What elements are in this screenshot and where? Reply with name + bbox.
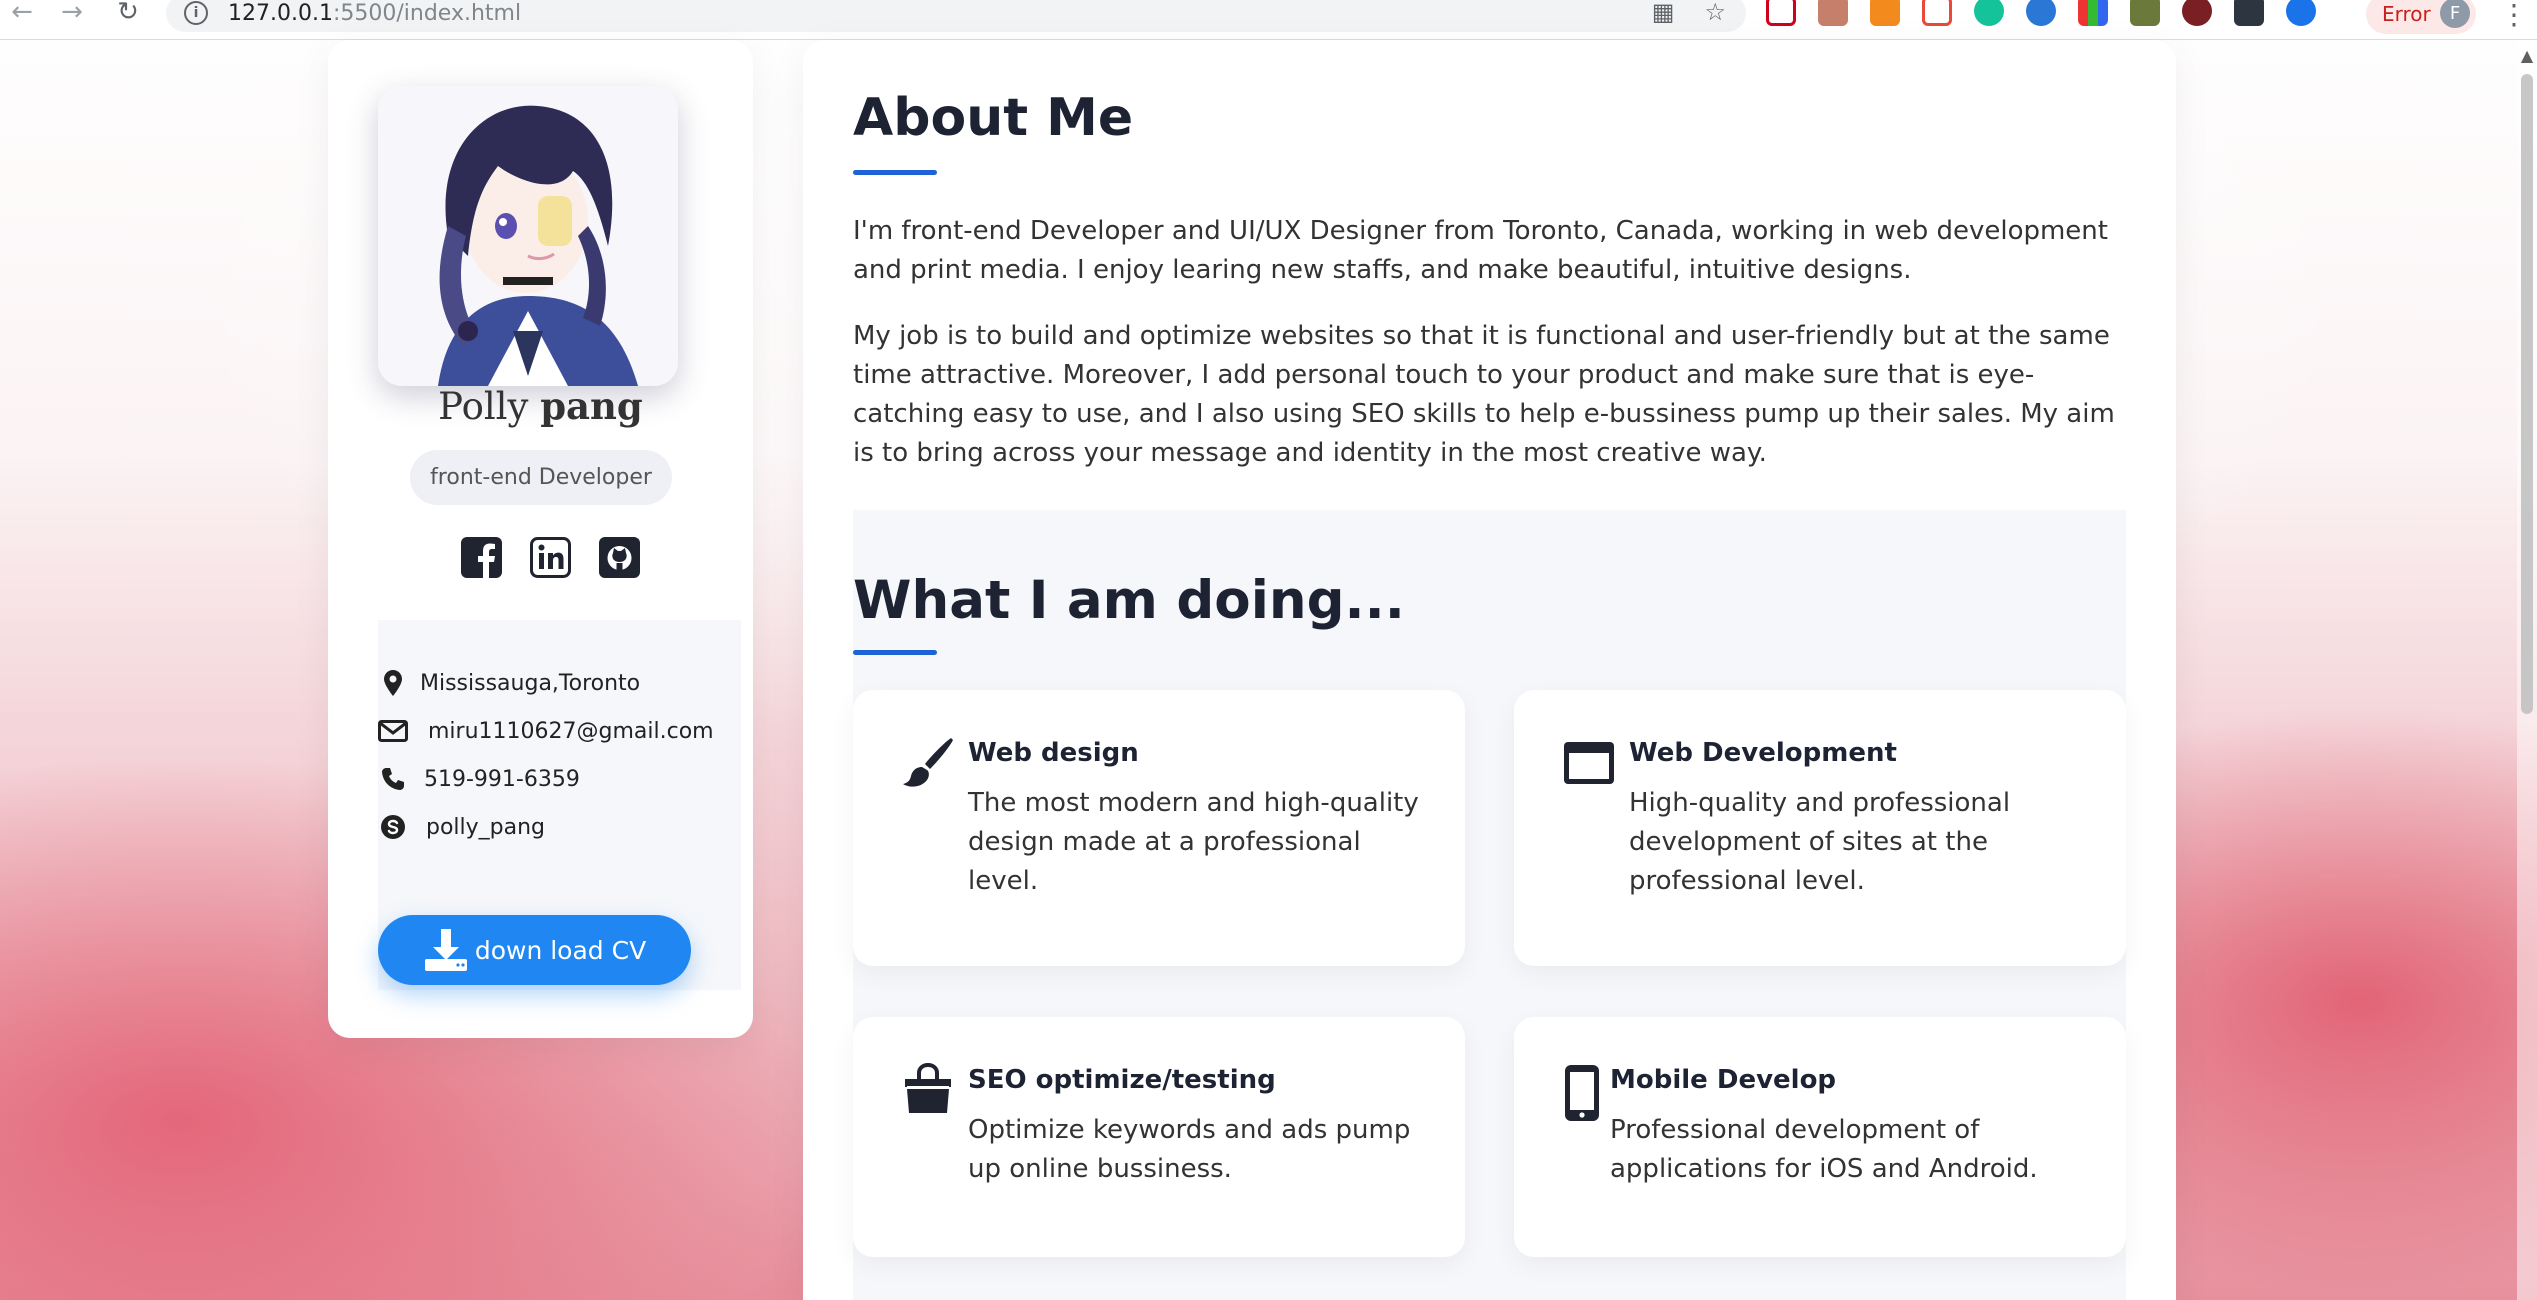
profile-card: Polly pang front-end Developer Mississau… — [328, 40, 753, 1038]
contact-email[interactable]: miru1110627@gmail.com — [378, 716, 714, 746]
service-title: SEO optimize/testing — [968, 1065, 1276, 1095]
download-cv-label: down load CV — [474, 935, 647, 965]
download-cv-button[interactable]: down load CV — [378, 915, 691, 985]
service-title: Web Development — [1629, 738, 1897, 768]
phone-icon — [378, 764, 408, 794]
avatar — [378, 86, 678, 386]
social-links — [461, 537, 640, 578]
profile-name: Polly pang — [328, 384, 753, 428]
contact-phone[interactable]: 519-991-6359 — [378, 764, 580, 794]
extension-stack-icon[interactable] — [2130, 0, 2160, 26]
service-card-web-design: Web design The most modern and high-qual… — [853, 690, 1465, 966]
bookmark-star-icon[interactable]: ☆ — [1704, 0, 1726, 26]
contact-panel: Mississauga,Toronto miru1110627@gmail.co… — [378, 620, 741, 990]
service-title: Mobile Develop — [1610, 1065, 1837, 1095]
service-description: Professional development of applications… — [1610, 1115, 2038, 1184]
last-name: pang — [540, 384, 643, 428]
facebook-icon[interactable] — [461, 537, 502, 578]
translate-icon[interactable]: ▦ — [1652, 0, 1675, 26]
extension-m-icon[interactable] — [2234, 0, 2264, 26]
url-text[interactable]: 127.0.0.1:5500/index.html — [228, 1, 521, 26]
url-host: 127.0.0.1 — [228, 0, 333, 26]
back-arrow-icon[interactable]: ← — [2, 0, 42, 32]
extension-a-icon[interactable] — [1870, 0, 1900, 26]
github-icon[interactable] — [599, 537, 640, 578]
shopping-bag-icon — [901, 1062, 955, 1117]
about-paragraph-2: My job is to build and optimize websites… — [853, 321, 2115, 468]
service-card-mobile: Mobile Develop Professional development … — [1514, 1017, 2126, 1257]
first-name: Polly — [438, 385, 529, 428]
contact-location: Mississauga,Toronto — [378, 668, 640, 698]
services-section: What I am doing... Web design The most m… — [853, 510, 2126, 1300]
services-title-underline — [853, 650, 937, 655]
scroll-up-arrow-icon[interactable]: ▲ — [2517, 46, 2537, 66]
reload-icon[interactable]: ↻ — [108, 0, 148, 32]
extension-k-icon[interactable] — [2182, 0, 2212, 26]
location-text: Mississauga,Toronto — [420, 670, 641, 696]
download-icon — [423, 927, 469, 973]
browser-window-icon — [1562, 736, 1616, 790]
url-path: :5500/index.html — [332, 0, 522, 26]
envelope-icon — [378, 716, 408, 746]
skype-icon — [378, 812, 408, 842]
mobile-phone-icon — [1562, 1063, 1602, 1121]
page-scrollbar[interactable]: ▲ — [2517, 40, 2537, 1300]
services-title: What I am doing... — [853, 570, 1405, 631]
service-description: Optimize keywords and ads pump up online… — [968, 1115, 1411, 1184]
browser-menu-icon[interactable]: ⋮ — [2500, 0, 2528, 31]
about-title-underline — [853, 170, 937, 175]
service-card-seo: SEO optimize/testing Optimize keywords a… — [853, 1017, 1465, 1257]
service-card-web-development: Web Development High-quality and profess… — [1514, 690, 2126, 966]
error-label: Error — [2382, 2, 2431, 26]
browser-toolbar: ← → ↻ i 127.0.0.1:5500/index.html ▦ ☆ Er… — [0, 0, 2537, 40]
site-info-icon[interactable]: i — [184, 1, 208, 25]
linkedin-icon[interactable] — [530, 537, 571, 578]
extension-pdf-icon[interactable] — [1818, 0, 1848, 26]
service-description: The most modern and high-quality design … — [968, 788, 1419, 896]
extension-todo-icon[interactable] — [1766, 0, 1796, 26]
contact-skype[interactable]: polly_pang — [378, 812, 545, 842]
service-title: Web design — [968, 738, 1139, 768]
phone-text: 519-991-6359 — [424, 766, 580, 792]
map-pin-icon — [378, 668, 408, 698]
extension-colorgrid-icon[interactable] — [2078, 0, 2108, 26]
email-text: miru1110627@gmail.com — [428, 718, 714, 744]
service-description: High-quality and professional developmen… — [1629, 788, 2011, 896]
paintbrush-icon — [901, 736, 955, 790]
forward-arrow-icon[interactable]: → — [52, 0, 92, 32]
extension-grammarly-icon[interactable] — [1974, 0, 2004, 26]
extension-globe-icon[interactable] — [2026, 0, 2056, 26]
extensions-bar — [1766, 0, 2316, 26]
profile-avatar: F — [2440, 0, 2470, 28]
extension-check-icon[interactable] — [2286, 0, 2316, 26]
skype-text: polly_pang — [426, 814, 546, 840]
about-card: About Me I'm front-end Developer and UI/… — [803, 40, 2176, 1300]
scroll-thumb[interactable] — [2521, 74, 2533, 714]
avatar-illustration — [378, 86, 678, 386]
address-bar[interactable]: i 127.0.0.1:5500/index.html ▦ ☆ — [166, 0, 1746, 32]
about-title: About Me — [853, 88, 1134, 148]
about-paragraph-1: I'm front-end Developer and UI/UX Design… — [853, 216, 2108, 285]
profile-error-button[interactable]: Error F — [2366, 0, 2476, 34]
role-badge: front-end Developer — [410, 450, 672, 505]
extension-cart-icon[interactable] — [1922, 0, 1952, 26]
